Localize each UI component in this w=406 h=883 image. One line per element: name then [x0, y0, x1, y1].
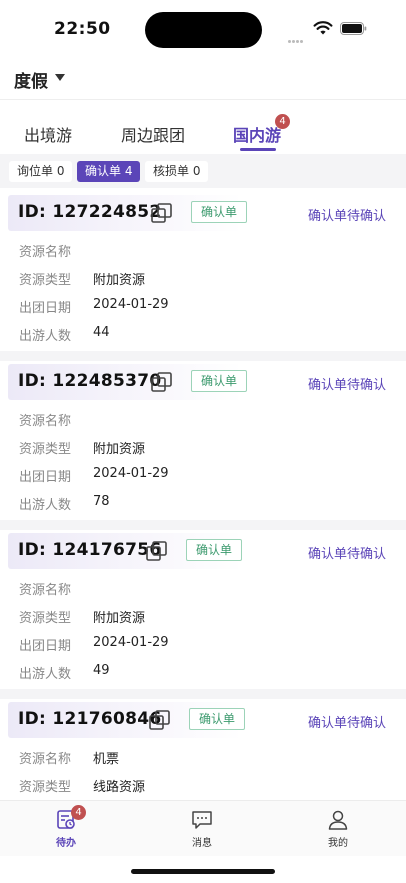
resource-type-value: 线路资源	[93, 780, 146, 795]
departure-date-value: 2024-01-29	[93, 466, 169, 481]
resource-name-label: 资源名称	[19, 245, 72, 260]
departure-date-value: 2024-01-29	[93, 297, 169, 312]
nav-todo-badge: 4	[71, 805, 86, 820]
order-card-header: ID: 121760846 确认单 确认单待确认	[8, 702, 398, 738]
travelers-value: 49	[93, 663, 110, 678]
resource-type-label: 资源类型	[19, 611, 72, 626]
caret-down-icon	[55, 74, 65, 81]
status-time: 22:50	[54, 19, 111, 39]
order-id: ID: 121760846	[18, 709, 162, 729]
sub-tab-inquiry[interactable]: 询位单 0	[9, 161, 73, 182]
tab-domestic[interactable]: 国内游	[233, 122, 281, 146]
order-status: 确认单待确认	[307, 378, 386, 393]
resource-name-label: 资源名称	[19, 752, 72, 767]
card-divider	[0, 351, 406, 361]
order-status: 确认单待确认	[307, 209, 386, 224]
status-badge: 确认单	[191, 201, 248, 223]
travelers-label: 出游人数	[19, 667, 72, 682]
message-icon	[192, 811, 212, 829]
travelers-label: 出游人数	[19, 498, 72, 513]
departure-date-label: 出团日期	[19, 470, 72, 485]
status-bar: 22:50	[0, 0, 406, 58]
profile-icon	[328, 810, 348, 830]
copy-icon[interactable]	[151, 372, 173, 392]
order-card-header: ID: 122485370 确认单 确认单待确认	[8, 364, 398, 400]
order-card[interactable]: ID: 127224852 确认单 确认单待确认 资源名称 资源类型 附加资源 …	[0, 195, 406, 351]
order-card[interactable]: ID: 121760846 确认单 确认单待确认 资源名称 机票 资源类型 线路…	[0, 702, 406, 800]
sub-tab-loss-check[interactable]: 核损单 0	[145, 161, 209, 182]
resource-name-label: 资源名称	[19, 583, 72, 598]
departure-date-label: 出团日期	[19, 301, 72, 316]
resource-name-label: 资源名称	[19, 414, 72, 429]
travelers-value: 44	[93, 325, 110, 340]
tab-domestic-badge: 4	[275, 114, 290, 129]
order-card-header: ID: 124176756 确认单 确认单待确认	[8, 533, 398, 569]
order-card[interactable]: ID: 122485370 确认单 确认单待确认 资源名称 资源类型 附加资源 …	[0, 364, 406, 520]
departure-date-value: 2024-01-29	[93, 635, 169, 650]
travelers-label: 出游人数	[19, 329, 72, 344]
nav-todo-label: 待办	[56, 838, 76, 849]
header: 度假	[0, 58, 406, 100]
resource-type-value: 附加资源	[93, 611, 146, 626]
nav-profile-label: 我的	[328, 838, 348, 849]
order-status: 确认单待确认	[307, 716, 386, 731]
travelers-value: 78	[93, 494, 110, 509]
nav-messages-label: 消息	[192, 838, 212, 849]
tab-outbound[interactable]: 出境游	[24, 122, 72, 146]
dynamic-island	[145, 12, 262, 48]
order-id: ID: 127224852	[18, 202, 162, 222]
battery-icon	[340, 22, 367, 35]
status-badge: 确认单	[191, 370, 248, 392]
resource-type-value: 附加资源	[93, 442, 146, 457]
resource-type-label: 资源类型	[19, 273, 72, 288]
active-tab-underline	[240, 148, 276, 151]
resource-type-label: 资源类型	[19, 442, 72, 457]
home-indicator	[131, 869, 275, 874]
departure-date-label: 出团日期	[19, 639, 72, 654]
resource-name-value: 机票	[93, 752, 120, 767]
copy-icon[interactable]	[151, 203, 173, 223]
copy-icon[interactable]	[146, 541, 168, 561]
header-title: 度假	[14, 72, 48, 92]
nav-profile[interactable]: 我的	[308, 809, 368, 849]
nav-todo[interactable]: 待办 4	[36, 805, 96, 849]
status-badge: 确认单	[189, 708, 246, 730]
sub-tabs: 询位单 0 确认单 4 核损单 0	[0, 154, 406, 188]
resource-type-label: 资源类型	[19, 780, 72, 795]
copy-icon[interactable]	[149, 710, 171, 730]
status-badge: 确认单	[186, 539, 243, 561]
nav-messages[interactable]: 消息	[172, 809, 232, 849]
order-list: ID: 127224852 确认单 确认单待确认 资源名称 资源类型 附加资源 …	[0, 188, 406, 800]
resource-type-value: 附加资源	[93, 273, 146, 288]
bottom-nav: 待办 4 消息 我的	[0, 800, 406, 856]
signal-dots-icon	[288, 28, 310, 43]
order-card[interactable]: ID: 124176756 确认单 确认单待确认 资源名称 资源类型 附加资源 …	[0, 533, 406, 689]
card-divider	[0, 520, 406, 530]
sub-tab-confirmation[interactable]: 确认单 4	[77, 161, 141, 182]
main-tabs: 出境游 周边跟团 国内游 4	[0, 110, 406, 154]
order-status: 确认单待确认	[307, 547, 386, 562]
tab-nearby-group[interactable]: 周边跟团	[121, 122, 185, 146]
wifi-icon	[313, 21, 333, 35]
order-id: ID: 124176756	[18, 540, 162, 560]
card-divider	[0, 689, 406, 699]
order-id: ID: 122485370	[18, 371, 162, 391]
order-card-header: ID: 127224852 确认单 确认单待确认	[8, 195, 398, 231]
